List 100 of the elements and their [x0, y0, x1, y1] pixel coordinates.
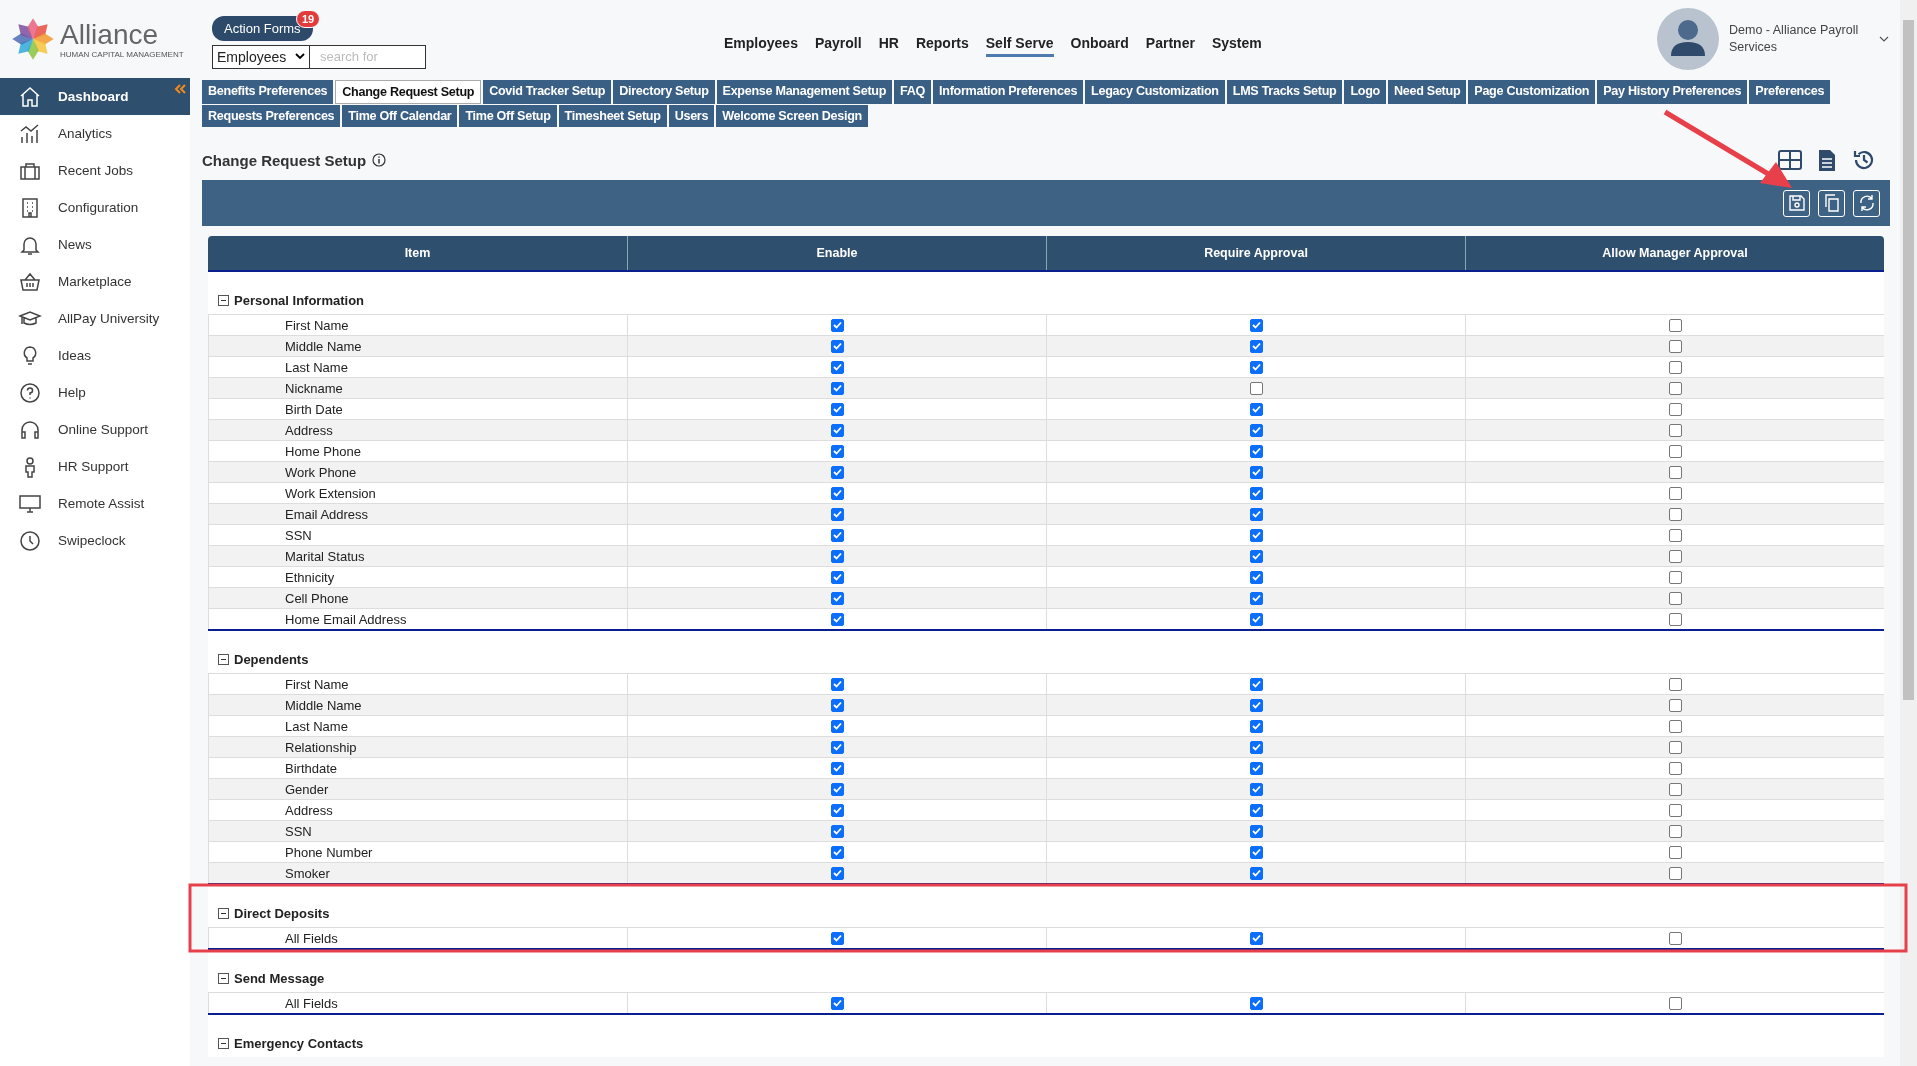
checkbox[interactable] — [1249, 318, 1263, 332]
checkbox[interactable] — [1249, 402, 1263, 416]
checkbox[interactable] — [1668, 318, 1682, 332]
checkbox[interactable] — [830, 486, 844, 500]
info-icon[interactable] — [372, 153, 387, 167]
checkbox[interactable] — [830, 318, 844, 332]
checkbox[interactable] — [1668, 591, 1682, 605]
checkbox[interactable] — [830, 866, 844, 880]
checkbox[interactable] — [830, 761, 844, 775]
checkbox[interactable] — [830, 719, 844, 733]
tab[interactable]: Benefits Preferences — [202, 80, 334, 104]
sidebar-item[interactable]: AllPay University — [0, 300, 190, 337]
nav-link[interactable]: HR — [878, 35, 899, 57]
tab[interactable]: Change Request Setup — [335, 80, 482, 104]
checkbox[interactable] — [1249, 444, 1263, 458]
sidebar-item[interactable]: Marketplace — [0, 263, 190, 300]
checkbox[interactable] — [1668, 740, 1682, 754]
tab[interactable]: Information Preferences — [933, 80, 1084, 104]
sidebar-item[interactable]: Help — [0, 374, 190, 411]
tab[interactable]: Pay History Preferences — [1597, 80, 1748, 104]
collapse-toggle-icon[interactable] — [218, 908, 229, 919]
checkbox[interactable] — [830, 339, 844, 353]
checkbox[interactable] — [1668, 360, 1682, 374]
tab[interactable]: Need Setup — [1388, 80, 1467, 104]
checkbox[interactable] — [1249, 866, 1263, 880]
collapse-toggle-icon[interactable] — [218, 1038, 229, 1049]
checkbox[interactable] — [1668, 465, 1682, 479]
checkbox[interactable] — [1668, 845, 1682, 859]
checkbox[interactable] — [1249, 719, 1263, 733]
checkbox[interactable] — [1249, 423, 1263, 437]
search-field[interactable]: search for — [310, 44, 426, 69]
checkbox[interactable] — [1668, 549, 1682, 563]
nav-link[interactable]: Reports — [915, 35, 969, 57]
sidebar-item[interactable]: Remote Assist — [0, 485, 190, 522]
checkbox[interactable] — [1249, 761, 1263, 775]
tab[interactable]: Time Off Setup — [459, 105, 557, 127]
document-icon[interactable] — [1818, 148, 1836, 172]
checkbox[interactable] — [830, 465, 844, 479]
checkbox[interactable] — [1249, 698, 1263, 712]
avatar-icon[interactable] — [1657, 8, 1719, 70]
collapse-toggle-icon[interactable] — [218, 973, 229, 984]
sidebar-item[interactable]: Recent Jobs — [0, 152, 190, 189]
sidebar-item[interactable]: Configuration — [0, 189, 190, 226]
chevron-down-icon[interactable] — [1879, 36, 1889, 42]
checkbox[interactable] — [1249, 677, 1263, 691]
tab[interactable]: Welcome Screen Design — [716, 105, 868, 127]
checkbox[interactable] — [830, 423, 844, 437]
checkbox[interactable] — [1668, 402, 1682, 416]
checkbox[interactable] — [1668, 677, 1682, 691]
checkbox[interactable] — [830, 507, 844, 521]
checkbox[interactable] — [1249, 549, 1263, 563]
checkbox[interactable] — [1668, 528, 1682, 542]
checkbox[interactable] — [1668, 719, 1682, 733]
checkbox[interactable] — [830, 677, 844, 691]
checkbox[interactable] — [1249, 845, 1263, 859]
checkbox[interactable] — [830, 824, 844, 838]
checkbox[interactable] — [830, 402, 844, 416]
checkbox[interactable] — [1249, 996, 1263, 1010]
checkbox[interactable] — [1668, 761, 1682, 775]
user-name[interactable]: Demo - Alliance Payroll Services — [1729, 22, 1869, 56]
tab[interactable]: Page Customization — [1468, 80, 1596, 104]
checkbox[interactable] — [830, 360, 844, 374]
sidebar-item[interactable]: News — [0, 226, 190, 263]
checkbox[interactable] — [1668, 782, 1682, 796]
checkbox[interactable] — [830, 782, 844, 796]
checkbox[interactable] — [1249, 612, 1263, 626]
checkbox[interactable] — [1668, 339, 1682, 353]
tab[interactable]: Legacy Customization — [1085, 80, 1225, 104]
checkbox[interactable] — [830, 931, 844, 945]
tab[interactable]: Timesheet Setup — [558, 105, 667, 127]
copy-button[interactable] — [1818, 189, 1845, 217]
checkbox[interactable] — [830, 381, 844, 395]
checkbox[interactable] — [1668, 698, 1682, 712]
save-button[interactable] — [1783, 189, 1810, 217]
search-scope-dropdown[interactable]: Employees — [212, 44, 310, 69]
checkbox[interactable] — [1668, 931, 1682, 945]
checkbox[interactable] — [830, 996, 844, 1010]
nav-link[interactable]: Employees — [724, 35, 798, 57]
checkbox[interactable] — [1249, 381, 1263, 395]
nav-link[interactable]: Payroll — [814, 35, 862, 57]
checkbox[interactable] — [1668, 803, 1682, 817]
checkbox[interactable] — [1668, 570, 1682, 584]
collapse-toggle-icon[interactable] — [218, 295, 229, 306]
sidebar-item[interactable]: Analytics — [0, 115, 190, 152]
checkbox[interactable] — [1249, 803, 1263, 817]
checkbox[interactable] — [1668, 996, 1682, 1010]
sidebar-item[interactable]: Ideas — [0, 337, 190, 374]
refresh-button[interactable] — [1853, 189, 1880, 217]
checkbox[interactable] — [1249, 528, 1263, 542]
checkbox[interactable] — [830, 740, 844, 754]
checkbox[interactable] — [830, 698, 844, 712]
sidebar-item[interactable]: Swipeclock — [0, 522, 190, 559]
checkbox[interactable] — [830, 549, 844, 563]
checkbox[interactable] — [1668, 423, 1682, 437]
history-icon[interactable] — [1852, 148, 1876, 172]
tab[interactable]: Covid Tracker Setup — [483, 80, 612, 104]
collapse-icon[interactable] — [174, 84, 186, 94]
checkbox[interactable] — [1249, 931, 1263, 945]
checkbox[interactable] — [1668, 486, 1682, 500]
tab[interactable]: Requests Preferences — [202, 105, 341, 127]
